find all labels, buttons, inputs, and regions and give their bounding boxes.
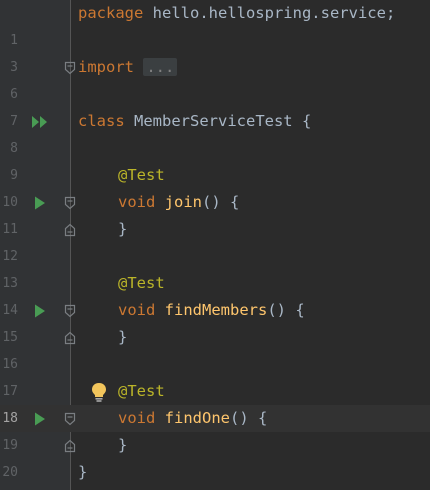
line-number: 18 [2, 411, 18, 426]
code-text: } [118, 216, 127, 243]
code-line[interactable]: 13 @Test [0, 270, 430, 297]
code-text: } [118, 432, 127, 459]
fold-end-icon[interactable] [64, 223, 76, 237]
code-line[interactable]: package hello.hellospring.service; [0, 0, 430, 27]
code-token: hello.hellospring.service; [143, 4, 396, 22]
code-token: void [118, 301, 156, 319]
line-number: 19 [2, 438, 18, 453]
code-token: package [78, 4, 144, 22]
code-line[interactable]: 11} [0, 216, 430, 243]
fold-start-icon[interactable] [64, 412, 76, 426]
code-line[interactable]: 15} [0, 324, 430, 351]
line-number: 15 [2, 330, 18, 345]
code-token: () { [202, 193, 240, 211]
line-number: 12 [2, 249, 18, 264]
code-editor[interactable]: package hello.hellospring.service; 1 3 impo… [0, 0, 430, 490]
code-token: @Test [118, 166, 165, 184]
code-line[interactable]: 18 void findOne() { [0, 405, 430, 432]
code-text: @Test [118, 378, 165, 405]
line-number: 13 [2, 276, 18, 291]
line-number: 11 [2, 222, 18, 237]
code-token: @Test [118, 274, 165, 292]
code-line[interactable]: 19} [0, 432, 430, 459]
code-token: findOne [164, 409, 230, 427]
code-text: package hello.hellospring.service; [78, 0, 395, 27]
code-line[interactable]: 12 [0, 243, 430, 270]
code-text: import ... [78, 54, 178, 81]
code-token: @Test [118, 382, 165, 400]
code-line[interactable]: 14 void findMembers() { [0, 297, 430, 324]
code-line[interactable]: 20} [0, 459, 430, 486]
code-text: } [118, 324, 127, 351]
run-class-icon[interactable] [30, 114, 50, 130]
code-token: () { [230, 409, 268, 427]
fold-end-icon[interactable] [64, 439, 76, 453]
line-number: 16 [2, 357, 18, 372]
code-line[interactable]: 7 class MemberServiceTest { [0, 108, 430, 135]
line-number: 6 [10, 87, 18, 102]
code-line[interactable]: 1 [0, 27, 430, 54]
fold-start-icon[interactable] [64, 196, 76, 210]
code-text: class MemberServiceTest { [78, 108, 311, 135]
fold-end-icon[interactable] [64, 331, 76, 345]
run-test-icon[interactable] [32, 411, 48, 427]
line-number: 17 [2, 384, 18, 399]
line-number: 7 [10, 114, 18, 129]
code-token: void [118, 409, 156, 427]
run-test-icon[interactable] [32, 195, 48, 211]
line-number [0, 0, 18, 27]
code-text: } [78, 459, 87, 486]
code-token: findMembers [164, 301, 268, 319]
fold-start-icon[interactable] [64, 61, 76, 75]
code-token: } [118, 436, 128, 454]
code-line[interactable]: 6 [0, 81, 430, 108]
code-token: MemberServiceTest { [124, 112, 312, 130]
code-token: } [118, 328, 128, 346]
line-number: 10 [2, 195, 18, 210]
fold-start-icon[interactable] [64, 304, 76, 318]
code-line[interactable]: 8 [0, 135, 430, 162]
code-token: void [118, 193, 156, 211]
code-token: join [164, 193, 202, 211]
line-number: 20 [2, 465, 18, 480]
code-token: import [78, 58, 134, 76]
code-text: @Test [118, 162, 165, 189]
code-token: class [78, 112, 125, 130]
lightbulb-icon[interactable] [90, 381, 108, 403]
code-line[interactable]: 16 [0, 351, 430, 378]
code-token: () { [267, 301, 305, 319]
line-number: 3 [10, 60, 18, 75]
code-text: void findOne() { [118, 405, 267, 432]
line-number: 8 [10, 141, 18, 156]
run-test-icon[interactable] [32, 303, 48, 319]
code-token: } [78, 463, 88, 481]
code-token: } [118, 220, 128, 238]
code-text: void join() { [118, 189, 239, 216]
line-number: 9 [10, 168, 18, 183]
code-text: void findMembers() { [118, 297, 305, 324]
code-line[interactable]: 17 @Test [0, 378, 430, 405]
code-line[interactable]: 3 import ... [0, 54, 430, 81]
code-line[interactable]: 9 @Test [0, 162, 430, 189]
line-number: 14 [2, 303, 18, 318]
code-line[interactable]: 10 void join() { [0, 189, 430, 216]
line-number: 1 [10, 33, 18, 48]
code-token[interactable]: ... [143, 58, 178, 76]
code-text: @Test [118, 270, 165, 297]
